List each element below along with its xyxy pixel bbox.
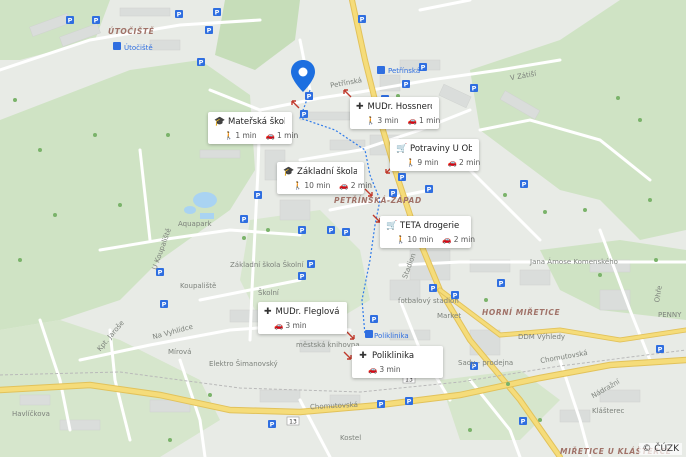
label-bus-poliklinika: Poliklinika [374,332,409,340]
cart-icon: 🛒 [396,144,408,154]
poi-marker-icon [346,331,355,340]
label-bus-petrinska: Petřínská [388,67,421,75]
label-koupaliste: Koupaliště [180,282,217,290]
label-aquapark: Aquapark [178,220,212,228]
label-havlickova: Havlíčkova [12,410,50,418]
label-utociste: ÚTOČIŠTĚ [108,27,155,36]
label-horni-mirotice: HORNÍ MIŘETICE [482,308,561,317]
parking-icon-glyph: P [522,181,527,189]
poi-card-poliklinika[interactable]: ✚ Poliklinika 🚗 3 min [352,346,443,378]
parking-icon-glyph: P [658,346,663,354]
copyright-notice: © ČÚZK [639,443,682,455]
parking-icon-glyph: P [521,418,526,426]
car-icon: 🚗 [339,181,349,190]
medical-icon: ✚ [356,102,364,112]
parking-icon-glyph: P [427,186,432,194]
parking-icon-glyph: P [177,11,182,19]
label-skolni: Školní [258,289,279,297]
label-ddm: DDM Výhledy [518,333,566,341]
car-icon: 🚗 [447,158,457,167]
label-fotbal: fotbalový stadion [398,297,459,305]
label-knihovna: městská knihovna [296,341,360,349]
car-icon: 🚗 [407,116,417,125]
parking-icon-glyph: P [307,93,312,101]
parking-icon-glyph: P [379,401,384,409]
parking-icon-glyph: P [300,273,305,281]
school-icon: 🎓 [283,167,295,177]
car-icon: 🚗 [442,235,452,244]
parking-icon-glyph: P [270,421,275,429]
walk-icon: 🚶 [366,116,376,125]
car-icon: 🚗 [368,365,378,374]
school-icon: 🎓 [214,117,226,127]
walk-icon: 🚶 [396,235,406,244]
parking-icon-glyph: P [256,192,261,200]
medical-icon: ✚ [264,307,272,317]
poi-marker-icon [343,351,352,360]
walk-icon: 🚶 [293,181,303,190]
parking-icon-glyph: P [344,229,349,237]
label-penny: PENNY [658,311,682,319]
poi-card-mudr-hossnerova[interactable]: ✚MUDr. Hossnerov... 🚶3 min🚗1 min [350,97,440,129]
label-klasterec: Klášterec [592,407,625,415]
poi-card-zakladni-skola[interactable]: 🎓Základní škola Kl... 🚶10 min🚗2 min [277,162,372,194]
parking-icon-glyph: P [94,17,99,25]
cart-icon: 🛒 [386,221,398,231]
parking-icon-glyph: P [242,216,247,224]
svg-text:13: 13 [289,419,297,426]
parking-icon-glyph: P [68,17,73,25]
parking-icon-glyph: P [404,81,409,89]
poi-marker-icon [291,100,300,109]
parking-icon-glyph: P [162,301,167,309]
car-icon: 🚗 [265,131,275,140]
parking-icon-glyph: P [421,64,426,72]
parking-icon-glyph: P [372,316,377,324]
poi-card-materska-skola[interactable]: 🎓Mateřská škola 🚶1 min🚗1 min [208,112,298,144]
label-elektro: Elektro Šimanovský [209,360,278,368]
walk-icon: 🚶 [406,158,416,167]
parking-icon-glyph: P [302,111,307,119]
map-canvas[interactable]: 13 13 P PPPPPPPPPPPPPPPP P PPPPPP PPPPPPPPPP… [0,0,686,457]
parking-icon-glyph: P [199,59,204,67]
label-kostel: Kostel [340,434,362,442]
car-icon: 🚗 [274,321,284,330]
parking-icon-glyph: P [300,227,305,235]
parking-icon-glyph: P [360,16,365,24]
parking-icon-glyph: P [207,27,212,35]
poi-card-mudr-neglova[interactable]: ✚MUDr. Fleglová V... 🚗3 min [258,302,347,334]
label-komenskeho: Jana Ámose Komenského [530,258,618,266]
parking-icon-glyph: P [472,85,477,93]
walk-icon: 🚶 [224,131,234,140]
parking-icon-glyph: P [499,280,504,288]
medical-icon: ✚ [359,351,367,361]
poi-card-potraviny[interactable]: 🛒Potraviny U Obus... 🚶9 min🚗2 min [390,139,480,171]
poi-card-teta-drogerie[interactable]: 🛒 TETA drogerie 🚶 10 min 🚗 2 min [380,216,475,248]
parking-icon-glyph: P [215,9,220,17]
label-zs-skolni: Základní škola Školní [230,261,304,269]
location-pin-icon[interactable] [290,59,316,93]
parking-icon-glyph: P [309,261,314,269]
parking-icon-glyph: P [400,174,405,182]
label-market: Market [437,312,462,320]
label-bus-utociste: Útočiště [124,44,153,52]
parking-icon-glyph: P [431,285,436,293]
parking-icon-glyph: P [329,227,334,235]
label-sady: Sady - prodejna [458,359,514,367]
label-petrinska-zapad: PETŘÍNSKÁ-ZÁPAD [334,196,422,205]
parking-icon-glyph: P [407,398,412,406]
label-mirova: Mírová [168,348,192,356]
